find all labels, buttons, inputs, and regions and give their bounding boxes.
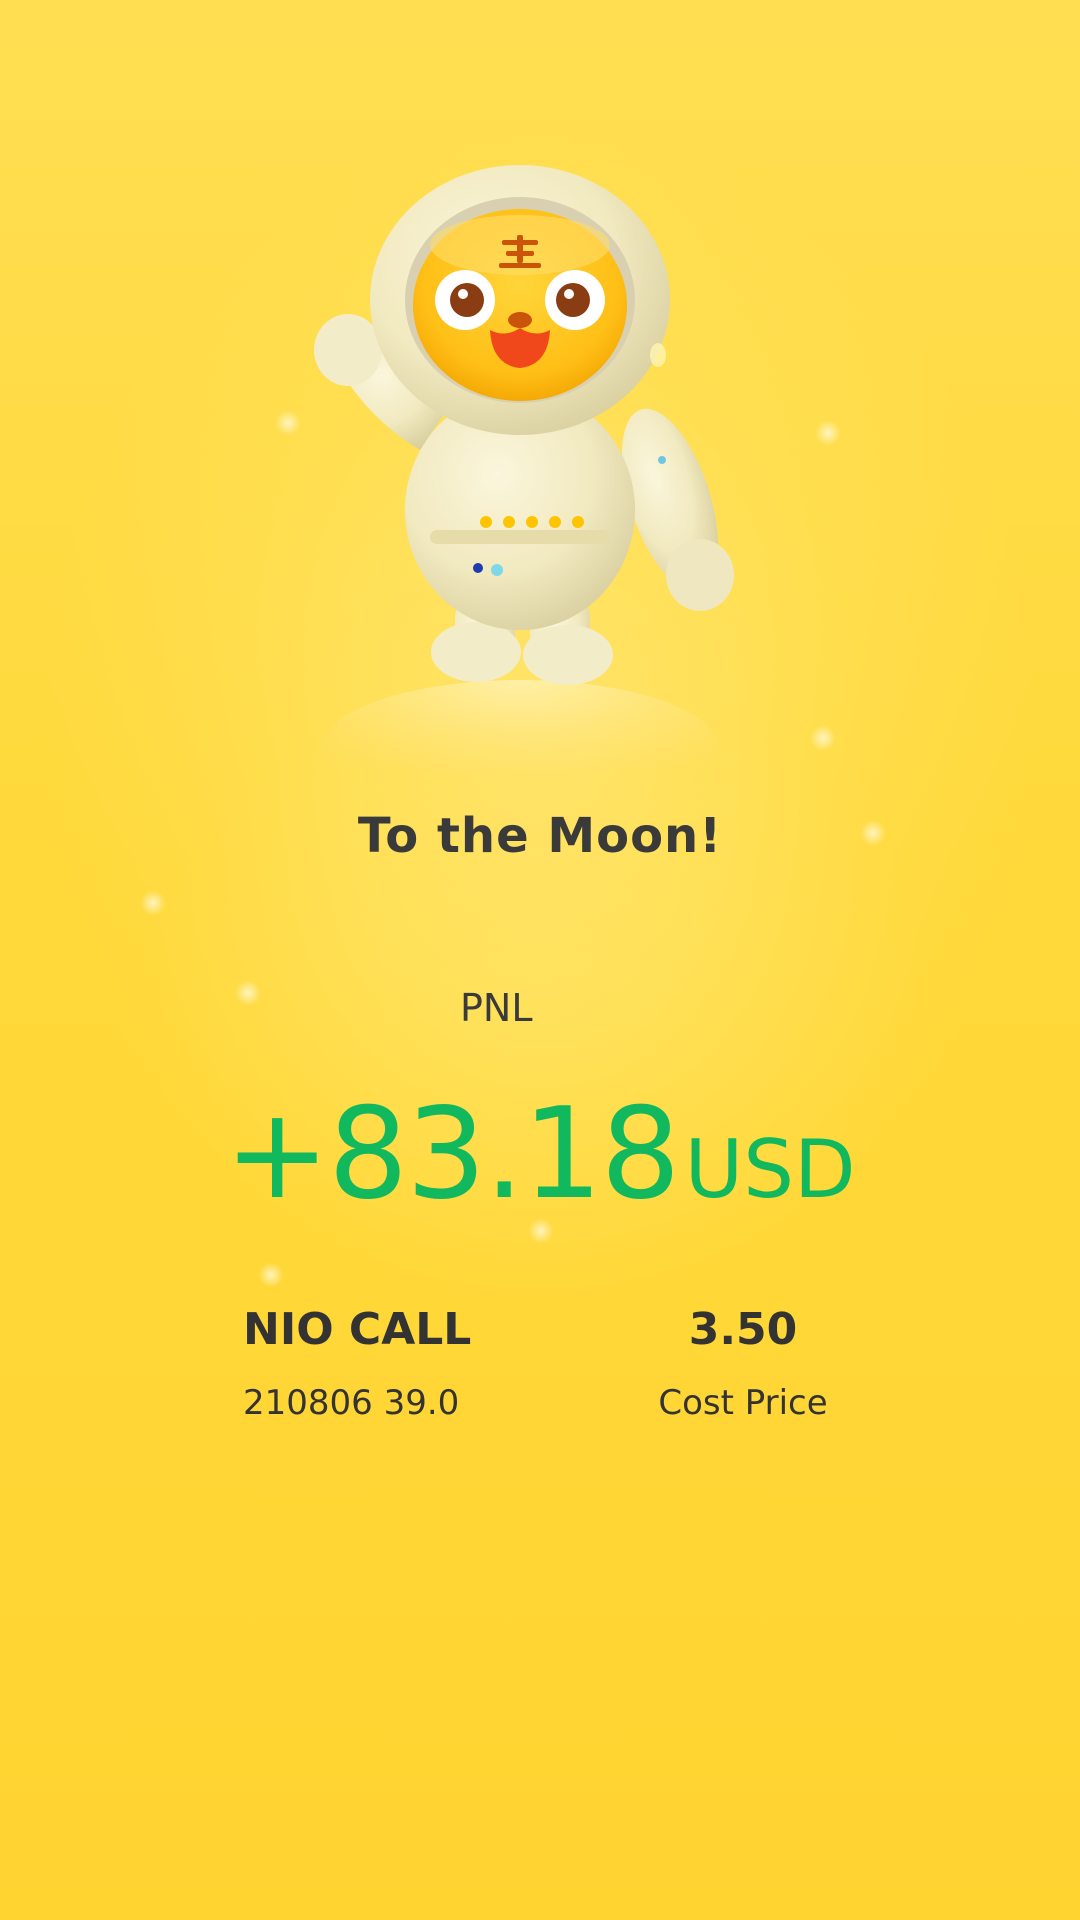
- sparkle: [810, 725, 836, 751]
- card-title: To the Moon!: [357, 808, 723, 864]
- sparkle: [258, 1262, 284, 1288]
- cost-price-value: 3.50: [688, 1304, 798, 1355]
- cost-price-block: 3.50 Cost Price: [638, 1300, 848, 1426]
- sparkle: [140, 890, 166, 916]
- pnl-value: +83.18USD: [0, 1080, 1080, 1227]
- position-contract: 210806 39.0: [243, 1383, 460, 1423]
- position-symbol-block: NIO CALL 210806 39.0: [243, 1300, 543, 1426]
- pnl-currency: USD: [684, 1123, 856, 1216]
- pnl-amount: +83.18: [224, 1080, 680, 1227]
- sparkle: [235, 980, 261, 1006]
- sparkle: [815, 420, 841, 446]
- tiger-astronaut-mascot-icon: [314, 165, 734, 770]
- position-symbol: NIO CALL: [243, 1304, 472, 1355]
- pnl-label: PNL: [460, 986, 533, 1030]
- cost-price-label: Cost Price: [658, 1383, 828, 1423]
